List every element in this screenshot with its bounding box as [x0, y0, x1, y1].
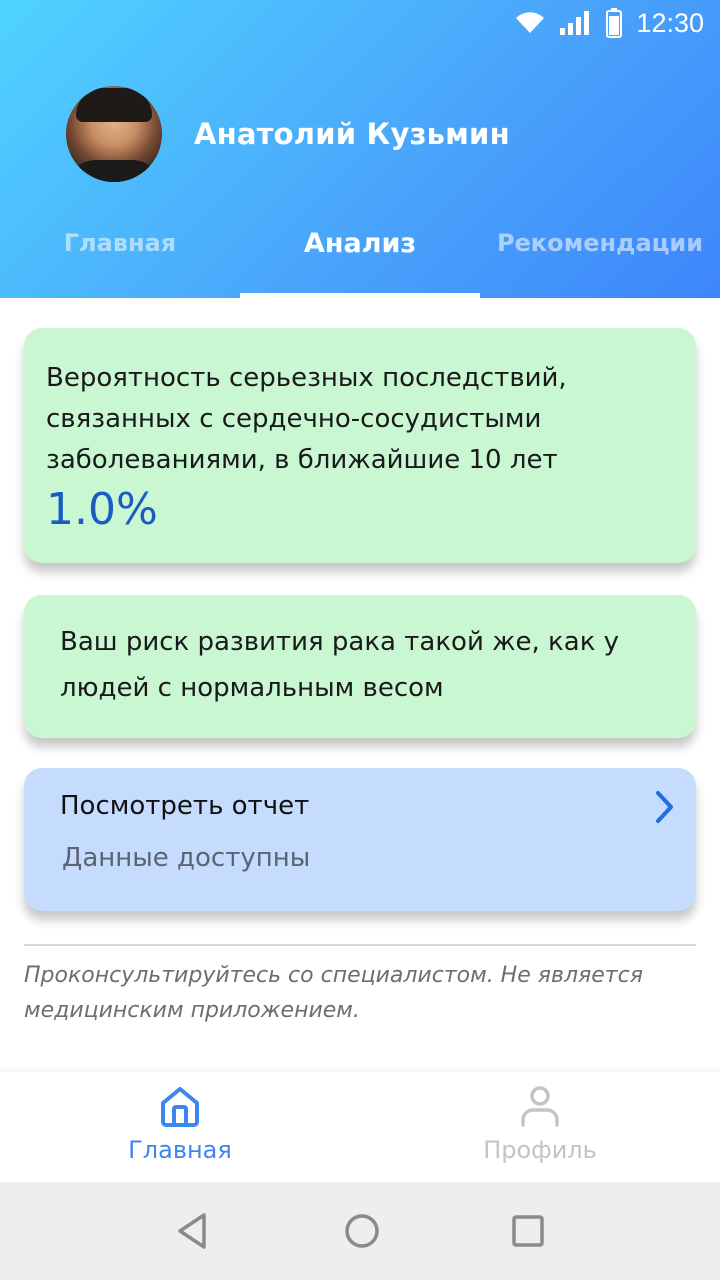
system-nav-bar [0, 1182, 720, 1280]
tab-recommendations[interactable]: Рекомендации [480, 200, 720, 298]
data-available-label: Данные доступны [62, 843, 311, 873]
signal-icon [560, 11, 590, 35]
view-report-card[interactable]: Посмотреть отчет Данные доступны [24, 768, 696, 911]
nav-home-label: Главная [128, 1136, 232, 1164]
bottom-nav: Главная Профиль [0, 1072, 720, 1182]
tab-analysis[interactable]: Анализ [240, 200, 480, 298]
cardio-risk-card: Вероятность серьезных последствий, связа… [24, 328, 696, 563]
cancer-risk-card: Ваш риск развития рака такой же, как у л… [24, 595, 696, 738]
battery-icon [606, 8, 623, 38]
user-name: Анатолий Кузьмин [194, 117, 510, 151]
cardio-risk-value: 1.0% [46, 484, 158, 535]
status-bar: 12:30 [0, 0, 720, 46]
recents-square-icon[interactable] [510, 1213, 546, 1249]
avatar[interactable] [66, 86, 162, 182]
nav-profile[interactable]: Профиль [360, 1072, 720, 1182]
home-icon [161, 1087, 199, 1127]
person-icon [521, 1086, 559, 1127]
divider [24, 944, 696, 946]
cancer-risk-text: Ваш риск развития рака такой же, как у л… [60, 627, 620, 703]
nav-profile-label: Профиль [483, 1136, 597, 1164]
nav-home[interactable]: Главная [0, 1072, 360, 1182]
wifi-icon [516, 12, 545, 34]
home-circle-icon[interactable] [343, 1212, 381, 1250]
status-time: 12:30 [636, 7, 704, 38]
cardio-risk-text: Вероятность серьезных последствий, связа… [46, 363, 567, 475]
back-icon[interactable] [174, 1211, 214, 1251]
tab-bar: Главная Анализ Рекомендации [0, 200, 720, 298]
disclaimer-text: Проконсультируйтесь со специалистом. Не … [24, 963, 643, 1023]
chevron-right-icon [656, 791, 673, 823]
app-header: 12:30 Анатолий Кузьмин Главная Анализ Ре… [0, 0, 720, 298]
user-profile[interactable]: Анатолий Кузьмин [66, 86, 510, 182]
view-report-title: Посмотреть отчет [60, 791, 310, 821]
tab-home[interactable]: Главная [0, 200, 240, 298]
